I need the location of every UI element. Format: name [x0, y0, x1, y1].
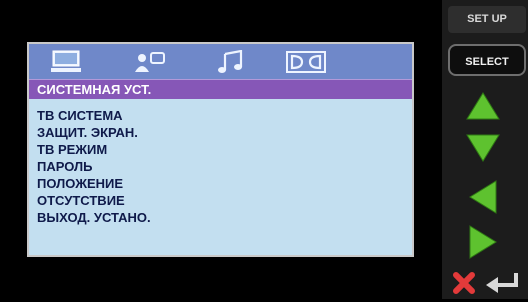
menu-item-absence[interactable]: ОТСУТСТВИЕ [37, 192, 412, 209]
menu-item-tv-system[interactable]: ТВ СИСТЕМА [37, 107, 412, 124]
right-arrow-icon [469, 225, 497, 259]
up-arrow-icon [466, 92, 500, 120]
menu-title: СИСТЕМНАЯ УСТ. [29, 79, 412, 99]
up-button[interactable] [458, 86, 508, 126]
menu-item-screen-saver[interactable]: ЗАЩИТ. ЭКРАН. [37, 124, 412, 141]
setup-menu: СИСТЕМНАЯ УСТ. ТВ СИСТЕМА ЗАЩИТ. ЭКРАН. … [27, 42, 414, 257]
tab-audio[interactable] [205, 46, 255, 77]
menu-list: ТВ СИСТЕМА ЗАЩИТ. ЭКРАН. ТВ РЕЖИМ ПАРОЛЬ… [29, 99, 412, 255]
setup-button[interactable]: SET UP [448, 6, 526, 33]
tab-system[interactable] [41, 46, 91, 77]
right-button[interactable] [458, 222, 508, 262]
bottom-controls [446, 269, 526, 297]
remote-panel: SET UP SELECT [442, 0, 528, 299]
return-icon[interactable] [486, 273, 518, 293]
speaker-person-icon [135, 51, 165, 72]
select-button[interactable]: SELECT [448, 44, 526, 76]
tab-dolby[interactable] [281, 46, 331, 77]
tv-screen: СИСТЕМНАЯ УСТ. ТВ СИСТЕМА ЗАЩИТ. ЭКРАН. … [0, 0, 442, 299]
left-button[interactable] [458, 177, 508, 217]
menu-item-password[interactable]: ПАРОЛЬ [37, 158, 412, 175]
down-arrow-icon [466, 134, 500, 162]
menu-item-position[interactable]: ПОЛОЖЕНИЕ [37, 175, 412, 192]
menu-item-tv-mode[interactable]: ТВ РЕЖИМ [37, 141, 412, 158]
music-note-icon [218, 49, 243, 73]
dolby-icon [286, 50, 326, 73]
tab-language[interactable] [125, 46, 175, 77]
left-arrow-icon [469, 180, 497, 214]
monitor-icon [51, 50, 81, 72]
close-icon[interactable] [453, 272, 475, 294]
down-button[interactable] [458, 128, 508, 168]
menu-item-exit-setup[interactable]: ВЫХОД. УСТАНО. [37, 209, 412, 226]
tab-bar [29, 44, 412, 80]
